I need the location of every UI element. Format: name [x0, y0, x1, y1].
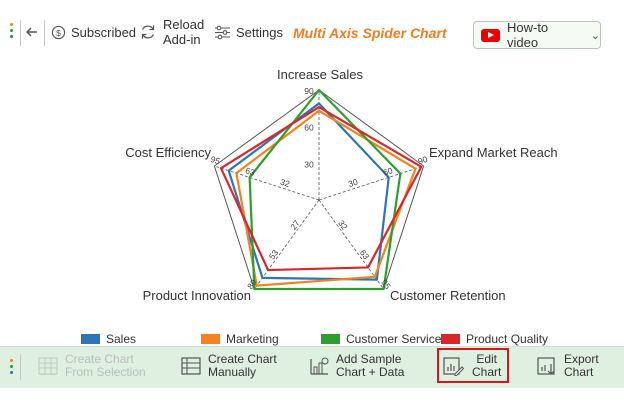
legend-item-sales: Sales — [81, 332, 136, 346]
drag-handle-icon[interactable] — [10, 23, 14, 41]
settings-label: Settings — [236, 25, 283, 40]
legend-swatch — [321, 334, 340, 344]
legend-label: Product Quality — [466, 332, 549, 346]
edit-line2: Chart — [472, 365, 502, 379]
legend-label: Sales — [106, 332, 137, 346]
axis-label: Cost Efficiency — [125, 145, 211, 160]
subscribed-label: Subscribed — [71, 25, 137, 40]
create-manual-line2: Manually — [208, 365, 257, 379]
axis-label: Increase Sales — [277, 67, 363, 82]
tick-label: 30 — [304, 159, 314, 169]
tick-label: 63 — [358, 248, 372, 262]
subscribed-button[interactable]: $ Subscribed — [51, 25, 136, 40]
reload-icon — [141, 25, 155, 39]
legend-item-marketing: Marketing — [201, 332, 279, 346]
export-chart-icon — [537, 357, 555, 375]
radar-spoke — [214, 165, 320, 201]
radar-spoke — [318, 199, 384, 290]
tick-label: 60 — [304, 123, 314, 133]
legend-swatch — [201, 334, 220, 344]
axis-label: Product Innovation — [143, 288, 251, 303]
tick-label: 90 — [304, 86, 314, 96]
radar-spoke — [318, 165, 424, 201]
reload-addin-button[interactable]: Reload Add-in — [139, 17, 204, 47]
tick-label: 95 — [209, 154, 221, 167]
edit-chart-icon — [443, 357, 464, 376]
chevron-down-icon: ⌄ — [590, 29, 600, 42]
tick-label: 53 — [267, 248, 281, 262]
axis-label: Expand Market Reach — [429, 145, 558, 160]
top-toolbar: $ Subscribed Reload Add-in Settings Mult… — [0, 0, 624, 67]
axis-label: Customer Retention — [390, 288, 506, 303]
table-edit-icon — [181, 357, 201, 375]
divider — [20, 20, 21, 46]
settings-sliders-icon — [215, 25, 230, 40]
back-button[interactable] — [25, 25, 39, 39]
reload-label-line1: Reload — [163, 17, 205, 32]
legend-item-customer-service: Customer Service — [321, 332, 441, 346]
create-chart-manually-button[interactable]: Create Chart Manually — [180, 353, 277, 379]
tick-label: 32 — [336, 218, 350, 232]
legend-label: Customer Service — [346, 332, 442, 346]
youtube-icon — [481, 28, 500, 42]
export-chart-button[interactable]: Export Chart — [536, 353, 599, 379]
legend-item-product-quality: Product Quality — [441, 332, 548, 346]
settings-button[interactable]: Settings — [214, 25, 283, 40]
divider — [20, 354, 21, 380]
table-select-icon — [38, 357, 58, 375]
howto-video-dropdown[interactable]: How-to video ⌄ — [473, 20, 601, 50]
create-selection-line2: From Selection — [65, 365, 146, 379]
divider — [44, 20, 45, 46]
svg-text:$: $ — [56, 28, 61, 38]
tick-label: 27 — [288, 218, 302, 232]
edit-chart-button[interactable]: Edit Chart — [442, 353, 501, 379]
export-line2: Chart — [564, 365, 594, 379]
howto-label: How-to video — [506, 20, 549, 50]
sample-chart-icon — [310, 357, 329, 375]
legend-label: Marketing — [226, 332, 279, 346]
app-title: Multi Axis Spider Chart — [293, 25, 447, 41]
reload-label-line2: Add-in — [163, 32, 201, 47]
tick-label: 90 — [417, 154, 429, 167]
create-chart-from-selection-button[interactable]: Create Chart From Selection — [37, 353, 146, 379]
back-arrow-icon — [26, 27, 37, 37]
dollar-icon: $ — [51, 25, 66, 40]
legend-swatch — [441, 334, 460, 344]
drag-handle-icon[interactable] — [10, 359, 14, 377]
legend-swatch — [81, 334, 100, 344]
radar-spoke — [254, 199, 320, 290]
sample-line2: Chart + Data — [336, 365, 405, 379]
add-sample-chart-button[interactable]: Add Sample Chart + Data — [308, 353, 404, 379]
